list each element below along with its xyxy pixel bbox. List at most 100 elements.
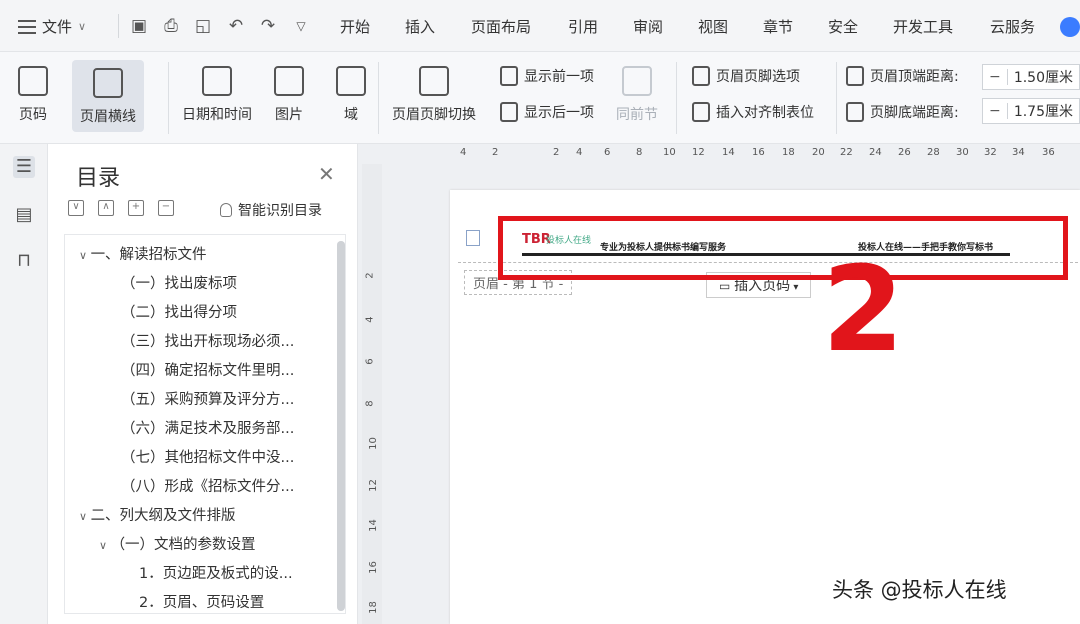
- print-preview-icon[interactable]: ◱: [192, 15, 214, 37]
- list-item[interactable]: （四）确定招标文件里明...: [121, 359, 294, 380]
- smart-recognize-button[interactable]: 智能识别目录: [220, 200, 322, 220]
- show-previous-label: 显示前一项: [524, 69, 594, 85]
- toc-scrollbar[interactable]: [337, 241, 345, 611]
- tab-page-layout[interactable]: 页面布局: [471, 16, 531, 37]
- scrollbar-thumb[interactable]: [337, 241, 345, 611]
- list-item[interactable]: ∨ （一）文档的参数设置: [99, 533, 256, 554]
- list-item[interactable]: （一）找出废标项: [121, 272, 237, 293]
- list-item[interactable]: （三）找出开标现场必须...: [121, 330, 294, 351]
- file-menu-label: 文件: [42, 18, 73, 36]
- header-footer-options-label: 页眉页脚选项: [716, 69, 800, 85]
- tab-references[interactable]: 引用: [568, 16, 598, 37]
- chevron-down-icon: ∨: [78, 20, 87, 33]
- header-line-button[interactable]: 页眉横线: [72, 60, 144, 132]
- document-page[interactable]: TBR 投标人在线 专业为投标人提供标书编写服务 投标人在线——手把手教你写标书…: [450, 190, 1080, 624]
- header-top-label-text: 页眉顶端距离:: [870, 69, 959, 85]
- date-time-button[interactable]: 日期和时间: [182, 66, 252, 124]
- divider: [168, 62, 169, 134]
- page-number-icon: ▭: [719, 279, 735, 293]
- list-item[interactable]: （二）找出得分项: [121, 301, 237, 322]
- ruler-tick: 6: [364, 358, 376, 365]
- save-icon[interactable]: ▣: [128, 15, 150, 37]
- collapse-all-icon[interactable]: ∨: [68, 200, 84, 216]
- switch-icon: [419, 66, 449, 96]
- page-number-button[interactable]: 页码: [18, 66, 48, 124]
- tab-security[interactable]: 安全: [828, 16, 858, 37]
- list-item[interactable]: （六）满足技术及服务部...: [121, 417, 294, 438]
- image-button[interactable]: 图片: [274, 66, 304, 124]
- avatar[interactable]: [1060, 17, 1080, 37]
- annotation-number: 2: [822, 240, 905, 378]
- menu-bar: 文件 ∨ ▣ ⎙ ◱ ↶ ↷ ▽ 开始 插入 页面布局 引用 审阅 视图 章节 …: [0, 0, 1080, 52]
- field-icon: [336, 66, 366, 96]
- ruler-tick: 10: [367, 437, 379, 450]
- ruler-tick: 26: [898, 147, 911, 158]
- chevron-down-icon: ▾: [790, 282, 799, 293]
- tab-home[interactable]: 开始: [340, 16, 370, 37]
- tab-cloud[interactable]: 云服务: [990, 16, 1035, 37]
- smart-recognize-label: 智能识别目录: [238, 203, 322, 219]
- tab-view[interactable]: 视图: [698, 16, 728, 37]
- field-button[interactable]: 域: [336, 66, 366, 124]
- ruler-tick: 6: [604, 147, 611, 158]
- redo-icon[interactable]: ↷: [257, 15, 279, 37]
- document-icon: [466, 230, 480, 246]
- decrement-button[interactable]: −: [983, 103, 1008, 119]
- previous-icon: [500, 66, 518, 86]
- next-icon: [500, 102, 518, 122]
- toc-list: ∨ 一、解读招标文件 （一）找出废标项 （二）找出得分项 （三）找出开标现场必须…: [64, 234, 346, 614]
- header-distance-icon: [846, 66, 864, 86]
- header-top-distance-input[interactable]: − 1.50厘米: [982, 64, 1080, 90]
- ruler-tick: 2: [364, 272, 376, 279]
- show-previous-button[interactable]: 显示前一项: [500, 66, 594, 86]
- close-icon[interactable]: ✕: [318, 162, 335, 186]
- page-number-label: 页码: [19, 107, 47, 123]
- list-item[interactable]: （八）形成《招标文件分...: [121, 475, 294, 496]
- file-menu[interactable]: 文件 ∨: [18, 16, 86, 37]
- remove-icon[interactable]: −: [158, 200, 174, 216]
- ruler-tick: 10: [663, 147, 676, 158]
- insert-align-tab-label: 插入对齐制表位: [716, 105, 814, 121]
- tab-review[interactable]: 审阅: [633, 16, 663, 37]
- list-item[interactable]: 1．页边距及板式的设...: [139, 562, 293, 583]
- tab-insert[interactable]: 插入: [405, 16, 435, 37]
- header-top-distance-label: 页眉顶端距离:: [846, 66, 959, 86]
- page-number-icon: [18, 66, 48, 96]
- app-window: 文件 ∨ ▣ ⎙ ◱ ↶ ↷ ▽ 开始 插入 页面布局 引用 审阅 视图 章节 …: [0, 0, 1080, 624]
- vertical-ruler: 2 4 6 8 10 12 14 16 18: [362, 164, 382, 624]
- ruler-tick: 30: [956, 147, 969, 158]
- list-item[interactable]: 2．页眉、页码设置: [139, 591, 264, 612]
- list-item[interactable]: ∨ 一、解读招标文件: [79, 243, 207, 264]
- same-as-previous-button[interactable]: 同前节: [616, 66, 658, 124]
- list-item[interactable]: （七）其他招标文件中没...: [121, 446, 294, 467]
- footer-bottom-distance-input[interactable]: − 1.75厘米: [982, 98, 1080, 124]
- footer-bottom-distance-label: 页脚底端距离:: [846, 102, 959, 122]
- undo-icon[interactable]: ↶: [225, 15, 247, 37]
- decrement-button[interactable]: −: [983, 69, 1008, 85]
- ruler-tick: 36: [1042, 147, 1055, 158]
- customize-icon[interactable]: ▽: [290, 15, 312, 37]
- link-icon: [622, 66, 652, 96]
- bookmark-icon[interactable]: ⊓: [13, 250, 35, 272]
- divider: [676, 62, 677, 134]
- toc-icon[interactable]: ☰: [13, 156, 35, 178]
- ruler-tick: 18: [367, 601, 379, 614]
- add-icon[interactable]: +: [128, 200, 144, 216]
- list-item[interactable]: ∨ 二、列大纲及文件排版: [79, 504, 236, 525]
- list-item[interactable]: （五）采购预算及评分方...: [121, 388, 294, 409]
- insert-align-tab-button[interactable]: 插入对齐制表位: [692, 102, 814, 122]
- header-footer-options-button[interactable]: 页眉页脚选项: [692, 66, 800, 86]
- header-footer-switch-button[interactable]: 页眉页脚切换: [392, 66, 476, 124]
- tab-chapter[interactable]: 章节: [763, 16, 793, 37]
- lightbulb-icon: [220, 203, 232, 217]
- tab-developer[interactable]: 开发工具: [893, 16, 953, 37]
- header-line-label: 页眉横线: [80, 109, 136, 125]
- ruler-tick: 8: [364, 400, 376, 407]
- show-next-button[interactable]: 显示后一项: [500, 102, 594, 122]
- print-icon[interactable]: ⎙: [160, 15, 182, 37]
- outline-icon[interactable]: ▤: [13, 204, 35, 226]
- document-area: 4 2 2 4 6 8 10 12 14 16 18 20 22 24 26 2…: [358, 144, 1080, 624]
- ruler-tick: 16: [752, 147, 765, 158]
- expand-all-icon[interactable]: ∧: [98, 200, 114, 216]
- ruler-tick: 4: [576, 147, 583, 158]
